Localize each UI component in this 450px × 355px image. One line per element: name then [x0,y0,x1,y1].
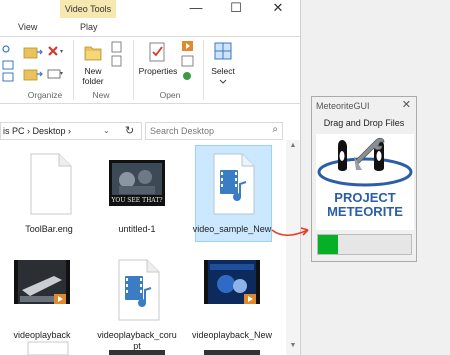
file-explorer-window: Video Tools — ☐ ✕ View Play Organize New… [0,0,301,355]
delete-icon[interactable] [47,45,65,59]
close-button[interactable]: ✕ [402,98,411,111]
address-bar[interactable]: is PC › Desktop › ⌄ ↻ [0,122,142,140]
search-input[interactable]: Search Desktop [150,126,214,136]
properties-label[interactable]: Properties [136,66,180,76]
image-thumbnail [109,160,165,206]
file-name: ToolBar.eng [25,224,73,234]
ribbon-separator [203,40,204,100]
audio-video-file-icon [118,259,160,321]
open-group-label: Open [159,90,181,100]
document-icon [30,153,72,215]
refresh-icon[interactable]: ↻ [125,124,134,137]
tab-play[interactable]: Play [80,22,98,32]
new-folder-icon[interactable] [84,42,102,62]
close-button[interactable]: ✕ [258,0,298,18]
scroll-up-icon[interactable]: ▲ [286,142,300,149]
ribbon: Organize New folder New Properties Open [0,37,300,104]
drag-arrow-annotation [271,227,309,237]
window-title: MeteoriteGUI [316,101,370,111]
drop-hint-label: Drag and Drop Files [323,118,405,128]
new-group-label: New [92,90,110,100]
video-thumbnail [204,350,260,355]
tab-view[interactable]: View [18,22,37,32]
move-to-icon[interactable] [23,44,43,60]
ribbon-separator [73,40,74,100]
ribbon-separator [133,40,134,100]
copy-to-icon[interactable] [23,66,43,82]
maximize-button[interactable]: ☐ [216,0,256,18]
video-thumbnail [14,260,70,304]
breadcrumb[interactable]: is PC › Desktop › [3,126,71,136]
scroll-down-icon[interactable]: ▼ [286,342,300,349]
ribbon-tab-row: View Play [0,18,300,37]
image-thumbnail [109,350,165,355]
thumbnail-caption: YOU SEE THAT? [111,197,163,204]
properties-icon[interactable] [148,41,166,63]
chevron-down-icon[interactable] [219,79,227,85]
cut-icon[interactable] [2,43,16,83]
new-item-icon[interactable] [110,41,124,81]
file-name: videoplayback_New [191,330,273,340]
document-icon [27,341,69,355]
progress-bar [317,234,412,255]
chevron-down-icon[interactable]: ⌄ [103,126,110,135]
select-all-icon[interactable] [214,42,232,60]
video-tools-label: Video Tools [64,4,112,14]
new-folder-label[interactable]: New folder [76,66,110,86]
search-icon: ⌕ [272,124,278,135]
open-icon[interactable] [180,40,196,86]
organize-group-label: Organize [27,90,63,100]
search-box[interactable]: Search Desktop ⌕ [145,122,283,140]
drop-zone[interactable]: PROJECT METEORITE [316,134,414,230]
video-thumbnail [204,260,260,304]
logo-text-line1: PROJECT [334,190,396,205]
select-label[interactable]: Select [206,66,240,76]
file-name: untitled-1 [118,224,156,234]
logo-text-line2: METEORITE [327,204,403,219]
audio-video-file-icon [213,153,255,215]
rename-icon[interactable] [47,67,65,81]
minimize-button[interactable]: — [176,0,216,18]
